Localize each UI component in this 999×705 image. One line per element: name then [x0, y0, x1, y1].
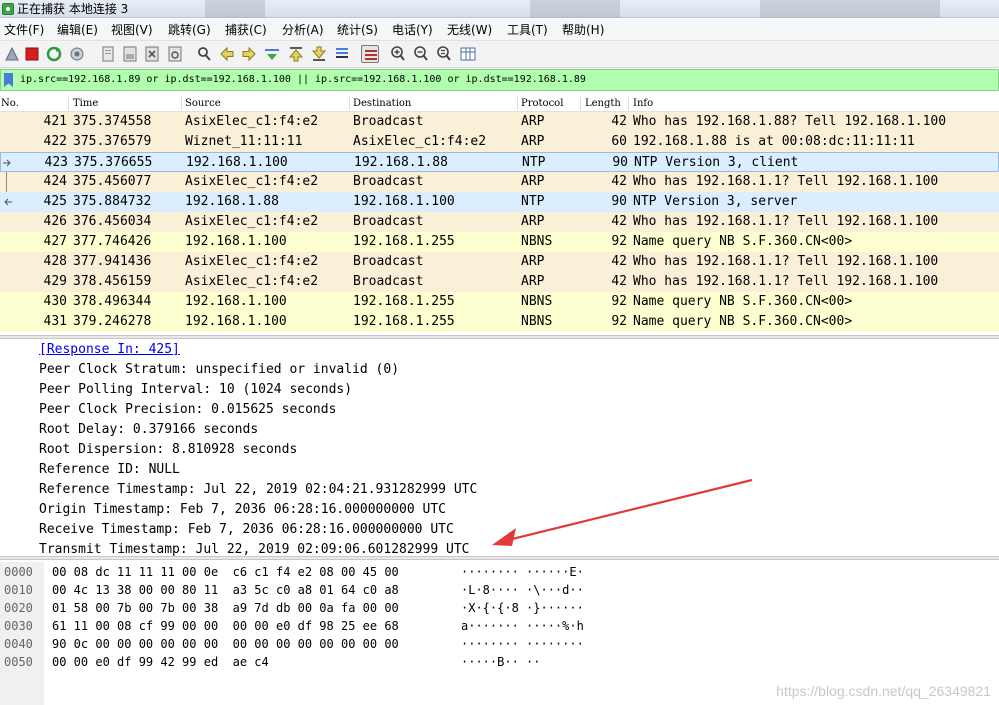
go-back-icon[interactable]: [218, 45, 236, 63]
go-forward-icon[interactable]: [240, 45, 258, 63]
background-window-tab: [760, 0, 940, 18]
menu-edit[interactable]: 编辑(E): [57, 22, 98, 38]
packet-row[interactable]: 424 375.456077 AsixElec_c1:f4:e2 Broadcast A…: [0, 172, 999, 192]
detail-line[interactable]: Receive Timestamp: Feb 7, 2036 06:28:16.…: [39, 520, 454, 540]
column-header-destination[interactable]: Destination: [353, 97, 411, 110]
menu-capture[interactable]: 捕获(C): [225, 22, 267, 38]
display-filter-bar[interactable]: ip.src==192.168.1.89 or ip.dst==192.168.…: [0, 69, 999, 91]
packet-row[interactable]: 430 378.496344 192.168.1.100 192.168.1.255 N…: [0, 292, 999, 312]
background-window-tab: [205, 0, 265, 18]
packet-row[interactable]: 425 375.884732 192.168.1.88 192.168.1.100 NT…: [0, 192, 999, 212]
packet-bytes[interactable]: 0000 00 08 dc 11 11 11 00 0e c6 c1 f4 e2 …: [0, 562, 999, 705]
reload-file-icon[interactable]: [166, 45, 184, 63]
column-header-no[interactable]: No.: [1, 97, 19, 110]
save-file-icon[interactable]: [121, 45, 139, 63]
detail-line[interactable]: Root Dispersion: 8.810928 seconds: [39, 440, 297, 460]
pane-splitter[interactable]: [0, 335, 999, 339]
menu-wireless[interactable]: 无线(W): [447, 22, 492, 38]
packet-row[interactable]: 422 375.376579 Wiznet_11:11:11 AsixElec_c1:…: [0, 132, 999, 152]
pane-splitter[interactable]: [0, 556, 999, 560]
menu-view[interactable]: 视图(V): [111, 22, 153, 38]
zoom-in-icon[interactable]: [389, 45, 407, 63]
menu-tools[interactable]: 工具(T): [507, 22, 548, 38]
capture-options-icon[interactable]: [68, 45, 86, 63]
column-header-info[interactable]: Info: [633, 97, 653, 110]
detail-line[interactable]: Reference Timestamp: Jul 22, 2019 02:04:…: [39, 480, 477, 500]
shark-fin-icon[interactable]: [3, 45, 21, 63]
title-bar: 正在捕获 本地连接 3: [0, 0, 999, 18]
column-header-time[interactable]: Time: [73, 97, 98, 110]
packet-row[interactable]: 421 375.374558 AsixElec_c1:f4:e2 Broadcast A…: [0, 112, 999, 132]
menu-help[interactable]: 帮助(H): [562, 22, 604, 38]
packet-row[interactable]: 427 377.746426 192.168.1.100 192.168.1.255 N…: [0, 232, 999, 252]
packet-row[interactable]: 429 378.456159 AsixElec_c1:f4:e2 Broadcast A…: [0, 272, 999, 292]
packet-row[interactable]: 428 377.941436 AsixElec_c1:f4:e2 Broadcast A…: [0, 252, 999, 272]
detail-line[interactable]: Origin Timestamp: Feb 7, 2036 06:28:16.0…: [39, 500, 446, 520]
background-window-tab: [530, 0, 620, 18]
bookmark-icon[interactable]: [4, 73, 13, 87]
packet-list[interactable]: No. Time Source Destination Protocol Len…: [0, 95, 999, 336]
detail-line[interactable]: Peer Polling Interval: 10 (1024 seconds): [39, 380, 352, 400]
close-file-icon[interactable]: [143, 45, 161, 63]
display-filter-input[interactable]: ip.src==192.168.1.89 or ip.dst==192.168.…: [20, 73, 586, 87]
go-first-icon[interactable]: [287, 45, 305, 63]
detail-line[interactable]: Root Delay: 0.379166 seconds: [39, 420, 258, 440]
main-toolbar: [0, 41, 999, 68]
column-header-length[interactable]: Length: [585, 97, 621, 110]
menu-statistics[interactable]: 统计(S): [337, 22, 378, 38]
go-to-packet-icon[interactable]: [263, 45, 281, 63]
response-in-link[interactable]: [Response In: 425]: [39, 340, 180, 360]
menu-go[interactable]: 跳转(G): [168, 22, 211, 38]
watermark: https://blog.csdn.net/qq_26349821: [776, 683, 991, 699]
packet-row[interactable]: 426 376.456034 AsixElec_c1:f4:e2 Broadcast A…: [0, 212, 999, 232]
menu-analyze[interactable]: 分析(A): [282, 22, 324, 38]
packet-details[interactable]: [Response In: 425] Peer Clock Stratum: u…: [0, 340, 999, 557]
open-file-icon[interactable]: [99, 45, 117, 63]
zoom-out-icon[interactable]: [412, 45, 430, 63]
menu-bar: 文件(F) 编辑(E) 视图(V) 跳转(G) 捕获(C) 分析(A) 统计(S…: [0, 19, 999, 41]
restart-capture-icon[interactable]: [45, 45, 63, 63]
zoom-normal-icon[interactable]: [435, 45, 453, 63]
wireshark-app-icon: [2, 3, 14, 15]
colorize-icon[interactable]: [361, 45, 379, 63]
find-packet-icon[interactable]: [195, 45, 213, 63]
packet-row[interactable]: 431 379.246278 192.168.1.100 192.168.1.255 N…: [0, 312, 999, 332]
column-header-protocol[interactable]: Protocol: [521, 97, 563, 110]
window-title: 正在捕获 本地连接 3: [17, 2, 129, 16]
stop-capture-icon[interactable]: [23, 45, 41, 63]
go-last-icon[interactable]: [310, 45, 328, 63]
packet-list-header: No. Time Source Destination Protocol Len…: [0, 95, 999, 112]
resize-columns-icon[interactable]: [459, 45, 477, 63]
column-header-source[interactable]: Source: [185, 97, 221, 110]
menu-file[interactable]: 文件(F): [4, 22, 44, 38]
detail-line[interactable]: Peer Clock Stratum: unspecified or inval…: [39, 360, 399, 380]
packet-row-selected[interactable]: 423 375.376655 192.168.1.100 192.168.1.88 NT…: [0, 152, 999, 172]
detail-line[interactable]: Peer Clock Precision: 0.015625 seconds: [39, 400, 336, 420]
auto-scroll-icon[interactable]: [333, 45, 351, 63]
detail-line[interactable]: Reference ID: NULL: [39, 460, 180, 480]
menu-telephony[interactable]: 电话(Y): [392, 22, 433, 38]
